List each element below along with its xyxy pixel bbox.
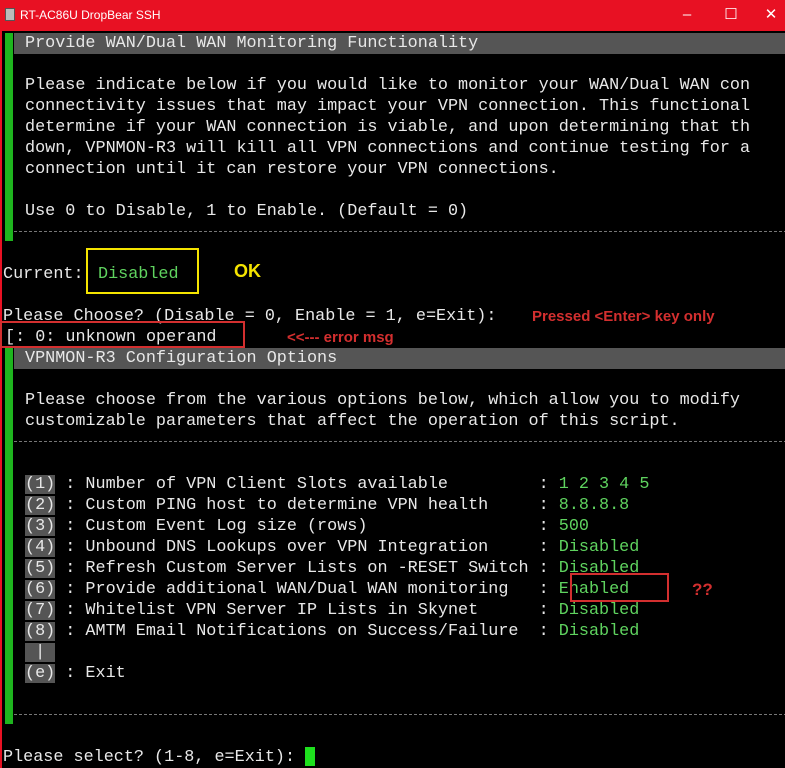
text-line: connection until it can restore your VPN…	[25, 160, 559, 179]
item-label: : Exit	[55, 664, 126, 683]
menu-item-3[interactable]: (3) : Custom Event Log size (rows) : 500	[25, 516, 589, 537]
terminal[interactable]: Provide WAN/Dual WAN Monitoring Function…	[0, 31, 785, 768]
menu-item-6[interactable]: (6) : Provide additional WAN/Dual WAN mo…	[25, 579, 629, 600]
item-label: : Custom PING host to determine VPN heal…	[55, 496, 559, 515]
item-value: 8.8.8.8	[558, 496, 630, 515]
item-value: Disabled	[558, 601, 640, 620]
item-key: (e)	[25, 664, 56, 683]
menu-item-exit[interactable]: (e) : Exit	[25, 663, 126, 684]
prompt-text: Please select? (1-8, e=Exit):	[3, 748, 306, 767]
text-line: Please choose from the various options b…	[25, 391, 740, 410]
menu-item-4[interactable]: (4) : Unbound DNS Lookups over VPN Integ…	[25, 537, 639, 558]
separator-key: |	[25, 643, 56, 662]
item-value: Disabled	[558, 622, 640, 641]
error-annotation: <<--- error msg	[287, 329, 394, 346]
menu-item-8[interactable]: (8) : AMTM Email Notifications on Succes…	[25, 621, 639, 642]
item-label: : Unbound DNS Lookups over VPN Integrati…	[55, 538, 559, 557]
item-label: : Custom Event Log size (rows) :	[55, 517, 559, 536]
putty-app-icon	[5, 8, 15, 21]
title-bar: RT-AC86U DropBear SSH – ☐ ✕	[0, 0, 785, 31]
item-label: : Number of VPN Client Slots available :	[55, 475, 559, 494]
item-key: (4)	[25, 538, 56, 557]
current-label: Current:	[3, 265, 84, 284]
item-label: : AMTM Email Notifications on Success/Fa…	[55, 622, 559, 641]
text-line: Please indicate below if you would like …	[25, 76, 751, 95]
select-prompt[interactable]: Please select? (1-8, e=Exit):	[3, 747, 316, 768]
menu-item-2[interactable]: (2) : Custom PING host to determine VPN …	[25, 495, 629, 516]
item-key: (1)	[25, 475, 56, 494]
enabled-highlight-box	[570, 573, 669, 602]
item-label: : Refresh Custom Server Lists on -RESET …	[55, 559, 559, 578]
text-cursor	[305, 747, 316, 767]
menu-item-7[interactable]: (7) : Whitelist VPN Server IP Lists in S…	[25, 600, 639, 621]
item-label: : Whitelist VPN Server IP Lists in Skyne…	[55, 601, 559, 620]
item-value: 1 2 3 4 5	[558, 475, 650, 494]
text-line: determine if your WAN connection is viab…	[25, 118, 751, 137]
divider	[14, 714, 785, 715]
item-key: (5)	[25, 559, 56, 578]
section-header: VPNMON-R3 Configuration Options	[14, 348, 785, 369]
error-highlight-box	[0, 321, 245, 348]
section-header: Provide WAN/Dual WAN Monitoring Function…	[14, 33, 785, 54]
divider	[14, 441, 785, 442]
pressed-annotation: Pressed <Enter> key only	[532, 308, 715, 325]
text-line: down, VPNMON-R3 will kill all VPN connec…	[25, 139, 751, 158]
text-line: customizable parameters that affect the …	[25, 412, 680, 431]
close-button[interactable]: ✕	[756, 4, 785, 26]
highlight-box	[86, 248, 199, 294]
minimize-button[interactable]: –	[672, 4, 702, 26]
window-title: RT-AC86U DropBear SSH	[20, 8, 161, 22]
divider	[14, 231, 785, 232]
item-key: (8)	[25, 622, 56, 641]
maximize-button[interactable]: ☐	[716, 4, 746, 26]
item-key: (7)	[25, 601, 56, 620]
item-key: (6)	[25, 580, 56, 599]
item-label: : Provide additional WAN/Dual WAN monito…	[55, 580, 559, 599]
text-line: connectivity issues that may impact your…	[25, 97, 751, 116]
menu-item-5[interactable]: (5) : Refresh Custom Server Lists on -RE…	[25, 558, 639, 579]
section-accent-bar	[5, 33, 13, 241]
question-annotation: ??	[692, 580, 713, 599]
section-accent-bar	[5, 348, 13, 724]
item-value: Disabled	[558, 538, 640, 557]
item-key: (3)	[25, 517, 56, 536]
menu-separator: |	[25, 642, 56, 663]
usage-text: Use 0 to Disable, 1 to Enable. (Default …	[25, 202, 469, 221]
ok-annotation: OK	[234, 261, 261, 281]
item-value: 500	[558, 517, 589, 536]
item-key: (2)	[25, 496, 56, 515]
menu-item-1[interactable]: (1) : Number of VPN Client Slots availab…	[25, 474, 649, 495]
